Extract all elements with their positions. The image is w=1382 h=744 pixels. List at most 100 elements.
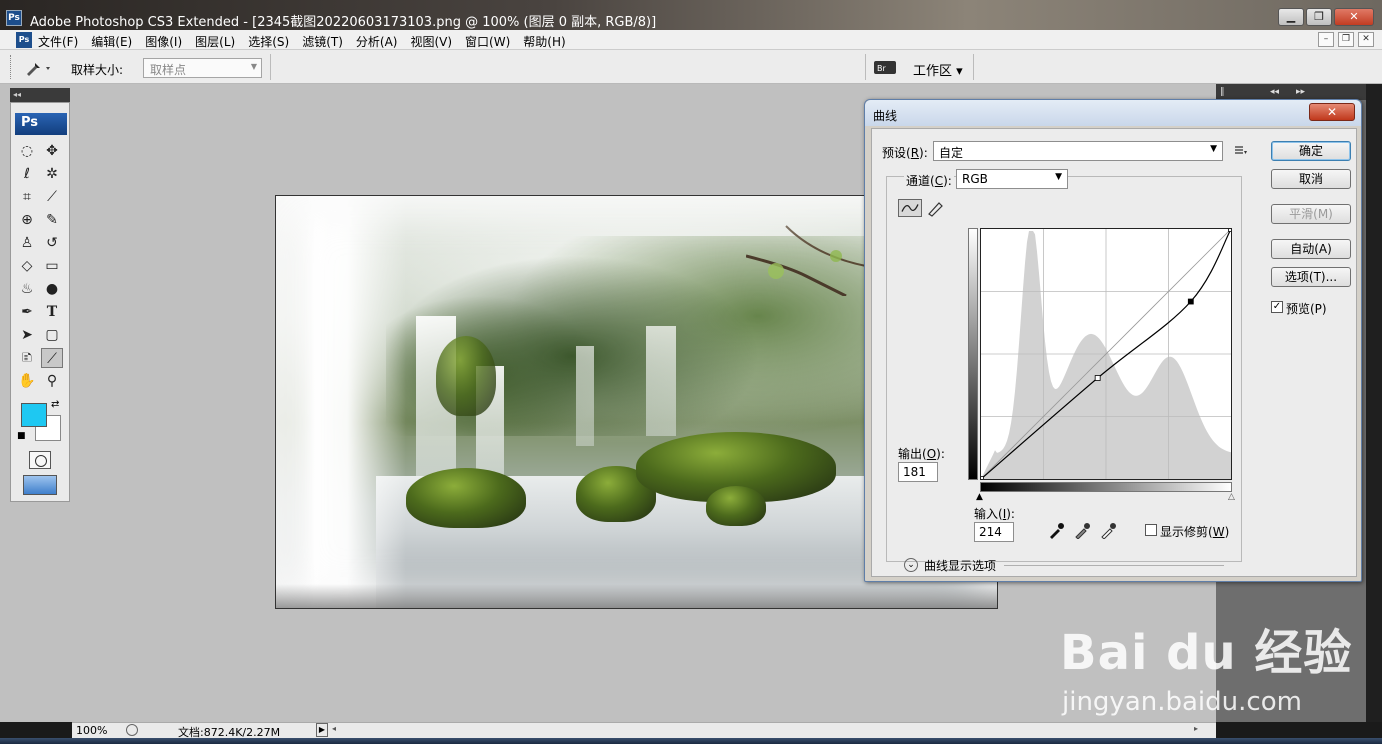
curves-dialog-title: 曲线 xyxy=(873,109,898,123)
ok-button[interactable]: 确定 xyxy=(1271,141,1351,161)
os-taskbar xyxy=(0,738,1382,744)
swap-colors-icon[interactable]: ⇄ xyxy=(51,399,59,410)
preset-select[interactable]: 自定 ▼ xyxy=(933,141,1223,161)
blur-icon[interactable]: ♨ xyxy=(16,279,38,299)
type-icon[interactable]: T xyxy=(41,302,63,322)
output-gradient-bar xyxy=(968,228,978,480)
auto-button[interactable]: 自动(A) xyxy=(1271,239,1351,259)
vertical-scrollbar[interactable] xyxy=(1366,84,1382,722)
menu-layer[interactable]: 图层(L) xyxy=(195,33,235,50)
bridge-icon[interactable]: Br xyxy=(873,58,897,76)
white-point-slider[interactable]: △ xyxy=(1228,492,1235,502)
preset-options-icon[interactable] xyxy=(1234,145,1248,157)
lasso-icon[interactable]: ℓ xyxy=(16,164,38,184)
curve-point[interactable] xyxy=(978,476,984,482)
stamp-icon[interactable]: ♙ xyxy=(16,233,38,253)
eyedropper-tool-preset-icon[interactable] xyxy=(24,59,54,77)
baidu-watermark: Bai du 经验 jingyan.baidu.com xyxy=(1060,595,1360,735)
restore-button[interactable]: ❐ xyxy=(1306,8,1332,26)
menu-help[interactable]: 帮助(H) xyxy=(523,33,565,50)
curve-display-options-label[interactable]: 曲线显示选项 xyxy=(924,557,996,574)
minimize-button[interactable]: ▁ xyxy=(1278,8,1304,26)
shape-icon[interactable]: ▢ xyxy=(41,325,63,345)
curve-point[interactable] xyxy=(1228,226,1234,232)
quick-mask-button[interactable] xyxy=(29,451,51,469)
crop-icon[interactable]: ⌗ xyxy=(16,187,38,207)
eyedropper-icon[interactable]: ⟋ xyxy=(41,348,63,368)
curve-draw-pencil-icon[interactable] xyxy=(924,199,948,217)
hand-icon[interactable]: ✋ xyxy=(16,371,38,391)
curve-point[interactable] xyxy=(1094,375,1101,381)
workspace-menu[interactable]: 工作区 ▾ xyxy=(913,60,963,79)
channel-label: 通道(C): xyxy=(904,172,954,189)
options-divider xyxy=(270,54,271,80)
status-menu-arrow[interactable]: ▶ xyxy=(316,723,328,737)
eraser-icon[interactable]: ◇ xyxy=(16,256,38,276)
curves-dialog-titlebar[interactable]: 曲线 ✕ xyxy=(865,100,1361,126)
curve-edit-point-icon[interactable] xyxy=(898,199,922,217)
options-grip[interactable] xyxy=(10,55,13,79)
output-field[interactable]: 181 xyxy=(898,462,938,482)
marquee-icon[interactable]: ◌ xyxy=(16,141,38,161)
options-divider xyxy=(973,54,974,80)
screen-mode-button[interactable] xyxy=(23,475,57,495)
channel-select[interactable]: RGB ▼ xyxy=(956,169,1068,189)
smooth-button[interactable]: 平滑(M) xyxy=(1271,204,1351,224)
photoshop-logo[interactable]: Ps xyxy=(15,113,67,135)
white-eyedropper-icon[interactable] xyxy=(1100,521,1118,539)
curves-graph[interactable] xyxy=(978,226,1234,482)
menu-view[interactable]: 视图(V) xyxy=(410,33,452,50)
close-window-button[interactable]: ✕ xyxy=(1334,8,1374,26)
toolbox-header[interactable]: ◂◂ xyxy=(10,88,70,102)
curve-point[interactable] xyxy=(1187,298,1194,305)
close-dialog-button[interactable]: ✕ xyxy=(1309,103,1355,121)
menu-filter[interactable]: 滤镜(T) xyxy=(302,33,343,50)
preview-checkbox[interactable]: ✓ xyxy=(1271,301,1283,313)
svg-text:Br: Br xyxy=(877,64,886,73)
input-field[interactable]: 214 xyxy=(974,522,1014,542)
cancel-button[interactable]: 取消 xyxy=(1271,169,1351,189)
healing-icon[interactable]: ⊕ xyxy=(16,210,38,230)
doc-close-button[interactable]: ✕ xyxy=(1358,32,1374,47)
notes-icon[interactable]: 🗈 xyxy=(16,348,38,368)
black-eyedropper-icon[interactable] xyxy=(1048,521,1066,539)
panel-dock-header: ‖ ◂◂ ▸▸ xyxy=(1216,84,1366,100)
pen-icon[interactable]: ✒ xyxy=(16,302,38,322)
section-divider xyxy=(1004,565,1224,566)
menu-file[interactable]: 文件(F) xyxy=(38,33,78,50)
curves-plot[interactable] xyxy=(978,226,1234,482)
magic-wand-icon[interactable]: ✲ xyxy=(41,164,63,184)
slice-icon[interactable]: ⟋ xyxy=(41,187,63,207)
expand-dock-icon[interactable]: ◂◂ xyxy=(1270,87,1279,97)
doc-restore-button[interactable]: ❐ xyxy=(1338,32,1354,47)
zoom-level[interactable]: 100% xyxy=(76,724,107,737)
brush-icon[interactable]: ✎ xyxy=(41,210,63,230)
status-icon[interactable] xyxy=(126,724,138,736)
menu-window[interactable]: 窗口(W) xyxy=(465,33,510,50)
menu-image[interactable]: 图像(I) xyxy=(145,33,182,50)
chevron-down-icon: ▼ xyxy=(1055,172,1062,182)
menu-select[interactable]: 选择(S) xyxy=(248,33,289,50)
collapse-dock-icon[interactable]: ‖ xyxy=(1220,87,1225,97)
foreground-color-swatch[interactable] xyxy=(21,403,47,427)
menu-analysis[interactable]: 分析(A) xyxy=(356,33,398,50)
expand-dock-icon[interactable]: ▸▸ xyxy=(1296,87,1305,97)
show-clipping-checkbox[interactable] xyxy=(1145,524,1157,536)
options-button[interactable]: 选项(T)... xyxy=(1271,267,1351,287)
gradient-icon[interactable]: ▭ xyxy=(41,256,63,276)
scroll-left-icon[interactable]: ◂ xyxy=(332,724,336,733)
history-brush-icon[interactable]: ↺ xyxy=(41,233,63,253)
dodge-icon[interactable]: ● xyxy=(41,279,63,299)
expand-options-icon[interactable]: ⌄ xyxy=(904,558,918,572)
default-colors-icon[interactable]: ■ xyxy=(17,431,26,441)
sample-size-select[interactable]: 取样点 xyxy=(143,58,262,78)
output-label: 输出(O): xyxy=(898,447,945,461)
menu-edit[interactable]: 编辑(E) xyxy=(91,33,132,50)
doc-minimize-button[interactable]: – xyxy=(1318,32,1334,47)
gray-eyedropper-icon[interactable] xyxy=(1074,521,1092,539)
move-icon[interactable]: ✥ xyxy=(41,141,63,161)
path-select-icon[interactable]: ➤ xyxy=(16,325,38,345)
black-point-slider[interactable]: ▲ xyxy=(976,492,983,502)
document-icon[interactable]: Ps xyxy=(16,32,32,48)
zoom-icon[interactable]: ⚲ xyxy=(41,371,63,391)
